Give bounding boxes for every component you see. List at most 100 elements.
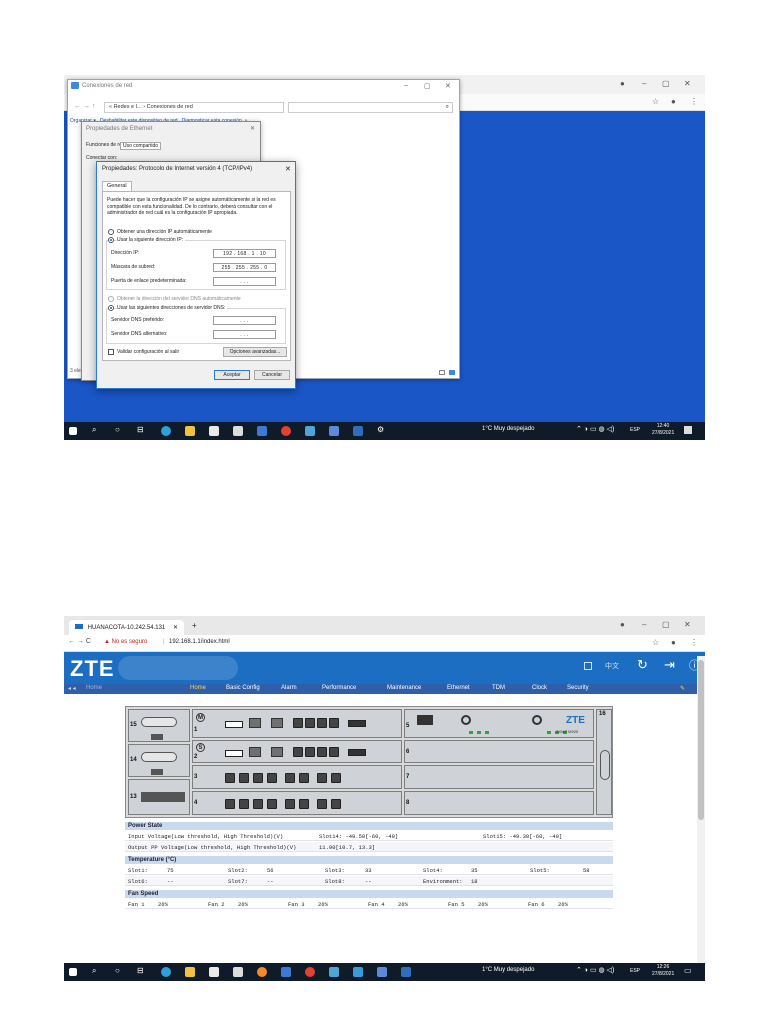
shield-icon[interactable]	[377, 967, 387, 977]
slot-16-fan[interactable]: 16	[596, 709, 612, 815]
minimize-icon[interactable]: –	[642, 79, 646, 88]
explorer-maximize-icon[interactable]: ▢	[424, 82, 431, 90]
scrollbar-thumb[interactable]	[698, 660, 704, 820]
menu-icon[interactable]: ⋮	[690, 638, 698, 647]
browser-tab[interactable]: HUANACOTA-10.242.54.131 ✕	[69, 620, 184, 635]
account-icon[interactable]: ●	[671, 97, 676, 106]
nav-performance[interactable]: Performance	[322, 685, 356, 691]
clock[interactable]: 12:26 27/8/2021	[652, 964, 674, 978]
nav-buttons-icon[interactable]: ← → C	[68, 638, 91, 645]
url-text[interactable]: 192.168.1.1/index.html	[169, 639, 230, 645]
nav-tdm[interactable]: TDM	[492, 685, 505, 691]
nav-alarm[interactable]: Alarm	[281, 685, 297, 691]
weather-text[interactable]: 1°C Muy despejado	[482, 426, 534, 432]
firefox-icon[interactable]	[257, 967, 267, 977]
tab-close-icon[interactable]: ✕	[173, 624, 178, 631]
slot-1[interactable]: M 1	[192, 709, 402, 738]
logout-icon[interactable]: ⇥	[664, 657, 675, 673]
slot-4[interactable]: 4	[192, 791, 402, 815]
profile-icon[interactable]: ●	[620, 620, 625, 629]
menu-icon[interactable]: ⋮	[690, 97, 698, 106]
manual-dns-radio[interactable]	[108, 305, 114, 311]
word-icon[interactable]	[353, 426, 363, 436]
slot-14[interactable]: 14	[128, 744, 190, 777]
file-explorer-icon[interactable]	[185, 967, 195, 977]
taskview-icon[interactable]: ⊟	[137, 966, 144, 975]
store-icon[interactable]	[209, 426, 219, 436]
tiles-view-icon[interactable]	[449, 370, 455, 375]
lang-indicator[interactable]: ESP	[630, 968, 640, 974]
star-icon[interactable]: ☆	[652, 638, 659, 647]
tab-general[interactable]: General	[102, 181, 132, 191]
security-warning[interactable]: ▲ No es seguro	[104, 639, 147, 645]
slot-8[interactable]: 8	[404, 791, 594, 815]
app-icon[interactable]	[329, 967, 339, 977]
refresh-icon[interactable]: ↻	[637, 657, 648, 673]
mail-icon[interactable]	[233, 426, 243, 436]
word-icon[interactable]	[401, 967, 411, 977]
nav-basic-config[interactable]: Basic Config	[226, 685, 260, 691]
close-icon[interactable]: ✕	[684, 79, 691, 88]
weather-text[interactable]: 1°C Muy despejado	[482, 967, 534, 973]
explorer-minimize-icon[interactable]: –	[404, 82, 408, 89]
nav-ethernet[interactable]: Ethernet	[447, 685, 470, 691]
auto-dns-radio[interactable]	[108, 296, 114, 302]
app-icon[interactable]	[305, 426, 315, 436]
ethernet-close-icon[interactable]: ✕	[250, 125, 255, 132]
clock[interactable]: 12:40 27/8/2021	[652, 423, 674, 437]
advanced-button[interactable]: Opciones avanzadas...	[223, 347, 287, 357]
account-icon[interactable]: ●	[671, 638, 676, 647]
notification-icon[interactable]: ▭	[684, 966, 692, 975]
address-bar[interactable]: ← → C ▲ No es seguro | 192.168.1.1/index…	[64, 635, 705, 652]
gateway-field[interactable]: . . .	[213, 277, 276, 286]
slot-3[interactable]: 3	[192, 765, 402, 789]
close-icon[interactable]: ✕	[684, 620, 691, 629]
nav-security[interactable]: Security	[567, 685, 589, 691]
minimize-icon[interactable]: –	[642, 620, 646, 629]
auto-ip-radio[interactable]	[108, 229, 114, 235]
mail-icon[interactable]	[233, 967, 243, 977]
alternate-dns-field[interactable]: . . .	[213, 330, 276, 339]
search-box[interactable]: ⌕	[288, 102, 453, 113]
tab-sharing[interactable]: Uso compartido	[120, 142, 162, 150]
slot-6[interactable]: 6	[404, 740, 594, 763]
vpn-icon[interactable]	[353, 967, 363, 977]
nav-arrows-icon[interactable]: ← → ↑	[74, 103, 95, 110]
slot-15[interactable]: 15	[128, 709, 190, 742]
tray-icons[interactable]: ⌃ ◑ ▭ ◍ ◁)	[576, 966, 614, 974]
explorer-close-icon[interactable]: ✕	[445, 82, 451, 90]
language-switch[interactable]: 中文	[605, 661, 619, 671]
edge-icon[interactable]	[161, 967, 171, 977]
shield-icon[interactable]	[329, 426, 339, 436]
star-icon[interactable]: ☆	[652, 97, 659, 106]
slot-7[interactable]: 7	[404, 765, 594, 789]
preferred-dns-field[interactable]: . . .	[213, 316, 276, 325]
edge-icon[interactable]	[161, 426, 171, 436]
slot-2[interactable]: S 2	[192, 740, 402, 763]
address-bar[interactable]: « Redes e I... › Conexiones de red	[104, 102, 284, 113]
ip-address-field[interactable]: 192 . 168 . 1 . 10	[213, 249, 276, 258]
nav-home[interactable]: Home	[190, 685, 206, 691]
validate-checkbox[interactable]	[108, 349, 114, 355]
taskview-icon[interactable]: ⊟	[137, 425, 144, 434]
lang-indicator[interactable]: ESP	[630, 427, 640, 433]
notification-icon[interactable]	[684, 426, 692, 434]
store-icon[interactable]	[209, 967, 219, 977]
restore-icon[interactable]: ▢	[662, 620, 670, 629]
restore-icon[interactable]: ▢	[662, 79, 670, 88]
tab-networking[interactable]: Funciones de red	[86, 142, 125, 148]
photos-icon[interactable]	[281, 967, 291, 977]
monitor-icon[interactable]	[584, 662, 592, 670]
settings-icon[interactable]: ⚙	[377, 425, 384, 434]
profile-icon[interactable]: ●	[620, 79, 625, 88]
ipv4-close-icon[interactable]: ✕	[285, 165, 291, 173]
cortana-icon[interactable]: ○	[115, 966, 120, 975]
details-view-icon[interactable]	[439, 370, 445, 375]
chrome-icon[interactable]	[281, 426, 291, 436]
manual-ip-radio[interactable]	[108, 237, 114, 243]
start-icon[interactable]	[69, 427, 77, 435]
nav-breadcrumb-home[interactable]: Home	[86, 685, 102, 691]
new-tab-button[interactable]: +	[192, 621, 197, 630]
nav-maintenance[interactable]: Maintenance	[387, 685, 421, 691]
ok-button[interactable]: Aceptar	[214, 370, 250, 380]
